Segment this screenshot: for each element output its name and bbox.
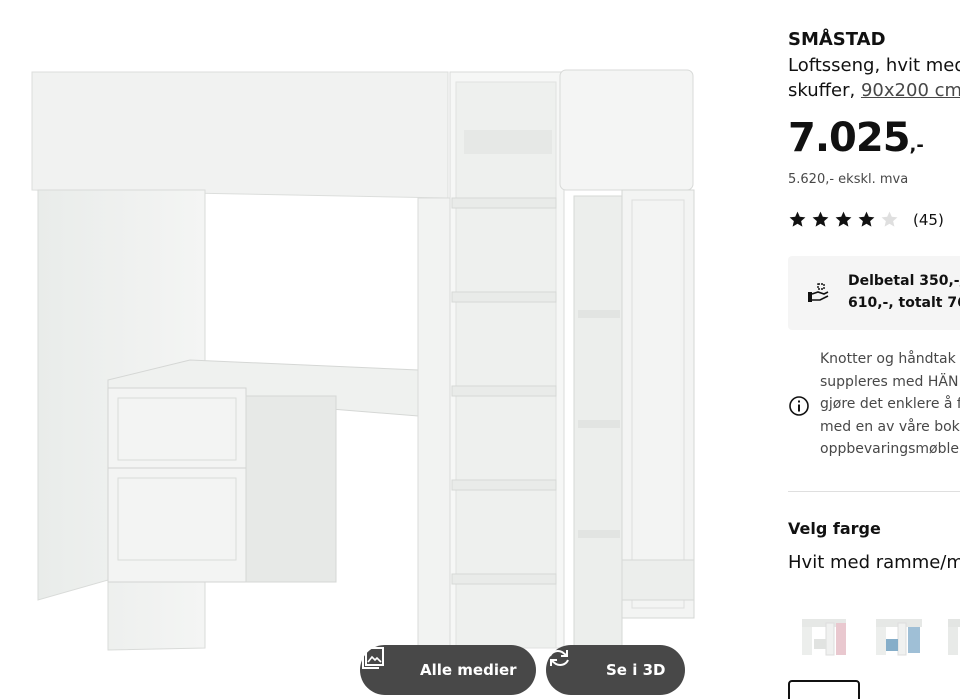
color-label: Velg farge xyxy=(788,519,881,538)
installment-text: Delbetal 350,-/m 610,-, totalt 763 xyxy=(848,270,960,314)
color-swatches xyxy=(788,613,960,699)
installment-box[interactable]: Delbetal 350,-/m 610,-, totalt 763 xyxy=(788,256,960,330)
loft-bed-image xyxy=(31,69,695,651)
all-media-button[interactable]: Alle medier xyxy=(360,645,536,695)
installment-icon xyxy=(806,282,830,304)
notice-line: med en av våre boks xyxy=(820,418,960,435)
description-line-2: skuffer, 90x200 cm xyxy=(788,78,960,103)
price-excl-vat: 5.620,- ekskl. mva xyxy=(788,172,909,187)
star-icon xyxy=(788,210,807,229)
view-3d-label: Se i 3D xyxy=(606,661,666,679)
star-icon xyxy=(811,210,830,229)
price: 7.025,- xyxy=(788,115,924,161)
product-name: SMÅSTAD xyxy=(788,29,886,50)
selected-color: Hvit med ramme/m xyxy=(788,552,960,573)
installment-line-1: Delbetal 350,-/m xyxy=(848,273,960,289)
swatch-blue-variant[interactable] xyxy=(872,613,932,663)
star-icon xyxy=(834,210,853,229)
notice-line: suppleres med HÄN xyxy=(820,373,959,390)
gallery-icon xyxy=(362,647,408,683)
star-empty-icon xyxy=(880,210,899,229)
swatch-other-variant[interactable] xyxy=(944,613,960,663)
product-info: SMÅSTAD Loftsseng, hvit med skuffer, 90x… xyxy=(788,0,960,699)
notice-line: oppbevaringsmøble xyxy=(820,441,959,457)
price-main: 7.025 xyxy=(788,115,911,161)
star-icon xyxy=(857,210,876,229)
installment-line-2: 610,-, totalt 763 xyxy=(848,295,960,311)
notice-line: Knotter og håndtak xyxy=(820,351,956,367)
swatch-pink-variant[interactable] xyxy=(796,613,856,663)
notice-text: Knotter og håndtak suppleres med HÄN gjø… xyxy=(820,348,960,461)
rotate-3d-icon xyxy=(549,650,594,683)
description-prefix: skuffer, xyxy=(788,80,861,101)
info-icon xyxy=(788,395,810,417)
view-3d-button[interactable]: Se i 3D xyxy=(546,645,685,695)
rating[interactable]: (45) xyxy=(788,210,944,229)
description-line-1: Loftsseng, hvit med xyxy=(788,55,960,76)
all-media-label: Alle medier xyxy=(420,661,517,679)
size-link[interactable]: 90x200 cm xyxy=(861,80,960,101)
notice-line: gjøre det enklere å f xyxy=(820,396,960,412)
product-description: Loftsseng, hvit med skuffer, 90x200 cm xyxy=(788,53,960,103)
rating-count: (45) xyxy=(913,210,944,229)
price-suffix: ,- xyxy=(909,135,924,156)
divider xyxy=(788,491,960,492)
product-image-gallery[interactable]: Alle medier Se i 3D xyxy=(0,0,760,699)
selected-swatch-frame[interactable] xyxy=(788,680,860,699)
